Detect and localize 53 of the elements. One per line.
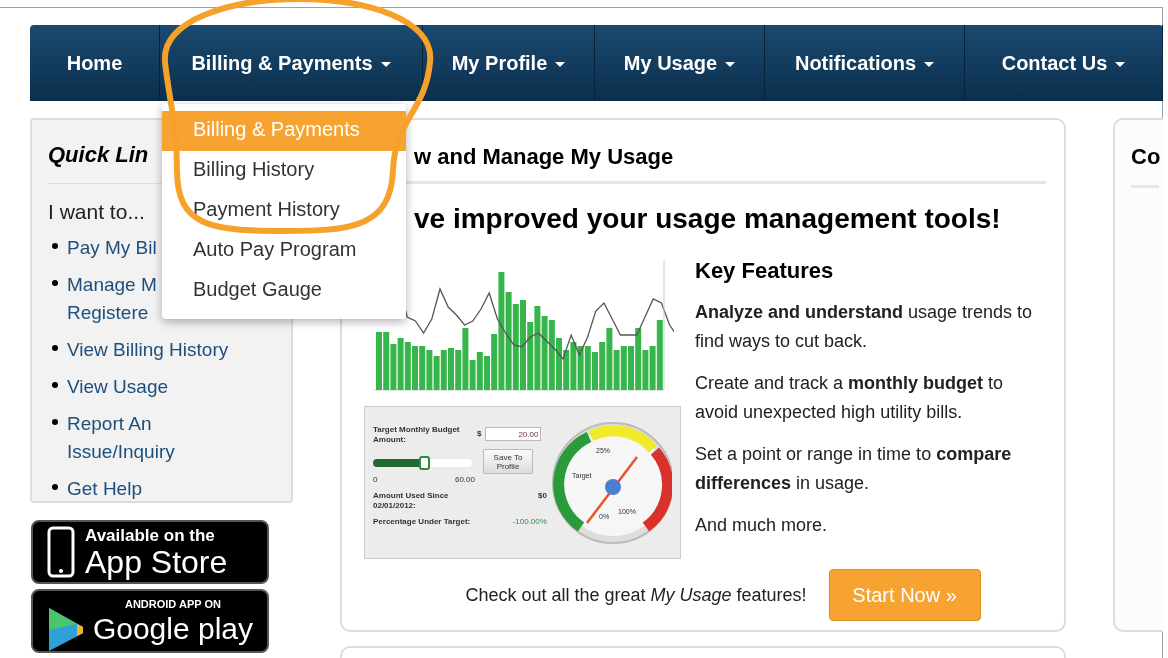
menu-item[interactable]: Auto Pay Program bbox=[162, 231, 406, 271]
menu-item[interactable]: Payment History bbox=[162, 191, 406, 231]
badge-caption: ANDROID APP ON bbox=[124, 598, 221, 610]
badge-title: App Store bbox=[85, 545, 228, 578]
google-play-badge[interactable]: ANDROID APP ON Google play bbox=[31, 589, 269, 653]
section-title: Key Features bbox=[695, 257, 835, 285]
field-value: $0 bbox=[537, 491, 547, 501]
quick-link[interactable]: Pay My Bil bbox=[67, 233, 157, 262]
nav-tab[interactable]: My Profile bbox=[423, 25, 595, 101]
save-button[interactable]: Save To Profile bbox=[483, 449, 533, 474]
badge-caption: Available on the bbox=[85, 526, 216, 544]
cta-text: Check out all the great My Usage features! bbox=[465, 583, 807, 607]
feature-text: Analyze and understand usage trends to find ways to cut back. bbox=[695, 301, 1034, 353]
nav-tab[interactable]: Notifications bbox=[765, 25, 965, 101]
feature-text: And much more. bbox=[695, 514, 829, 537]
menu-item[interactable]: Billing History bbox=[162, 151, 406, 191]
panel-title: w and Manage My Usage bbox=[414, 143, 674, 171]
field-value: -100.00% bbox=[512, 517, 547, 527]
field-label: Amount Used Since 02/01/2012: bbox=[373, 491, 450, 511]
quick-link[interactable]: View Usage bbox=[67, 372, 169, 401]
slider-thumb[interactable] bbox=[419, 456, 431, 470]
headline: ve improved your usage management tools! bbox=[414, 202, 1001, 236]
nav-tab[interactable]: Home bbox=[30, 25, 160, 101]
slider-min: 0 bbox=[373, 475, 378, 485]
app-store-badge[interactable]: Available on the App Store bbox=[31, 520, 269, 584]
bullet-icon bbox=[52, 242, 58, 249]
bullet-icon bbox=[52, 381, 58, 388]
badge-title: Google play bbox=[92, 613, 253, 644]
budget-label: Target Monthly Budget Amount: bbox=[373, 425, 461, 445]
slider-track[interactable] bbox=[373, 459, 472, 467]
bullet-icon bbox=[52, 483, 58, 490]
slider-max: 60.00 bbox=[454, 475, 475, 485]
quick-link[interactable]: Report An Issue/Inquiry bbox=[67, 409, 175, 466]
panel-title: Quick Lin bbox=[48, 141, 149, 169]
menu-item[interactable]: Budget Gauge bbox=[162, 271, 406, 311]
panel-title: Co bbox=[1131, 143, 1162, 171]
nav-tab[interactable]: Contact Us bbox=[965, 25, 1163, 101]
nav-tab[interactable]: Billing & Payments bbox=[160, 25, 423, 101]
play-triangle-icon bbox=[47, 605, 83, 651]
bullet-icon bbox=[52, 279, 58, 286]
bullet-icon bbox=[52, 344, 58, 351]
budget-input[interactable]: 20.00 bbox=[485, 427, 542, 441]
intro-text: I want to... bbox=[48, 199, 145, 225]
quick-link[interactable]: Get Help bbox=[67, 474, 142, 503]
feature-text: Set a point or range in time to compare differences in usage. bbox=[695, 443, 1013, 495]
bullet-icon bbox=[52, 418, 58, 425]
quick-link[interactable]: Manage M Registere bbox=[67, 270, 157, 327]
currency-sign: $ bbox=[477, 429, 482, 439]
feature-text: Create and track a monthly budget to avoid unexpected high utility bills. bbox=[695, 372, 1005, 424]
field-label: Percentage Under Target: bbox=[373, 517, 472, 527]
nav-tab[interactable]: My Usage bbox=[595, 25, 765, 101]
phone-icon bbox=[47, 526, 75, 578]
quick-link[interactable]: View Billing History bbox=[67, 335, 229, 364]
